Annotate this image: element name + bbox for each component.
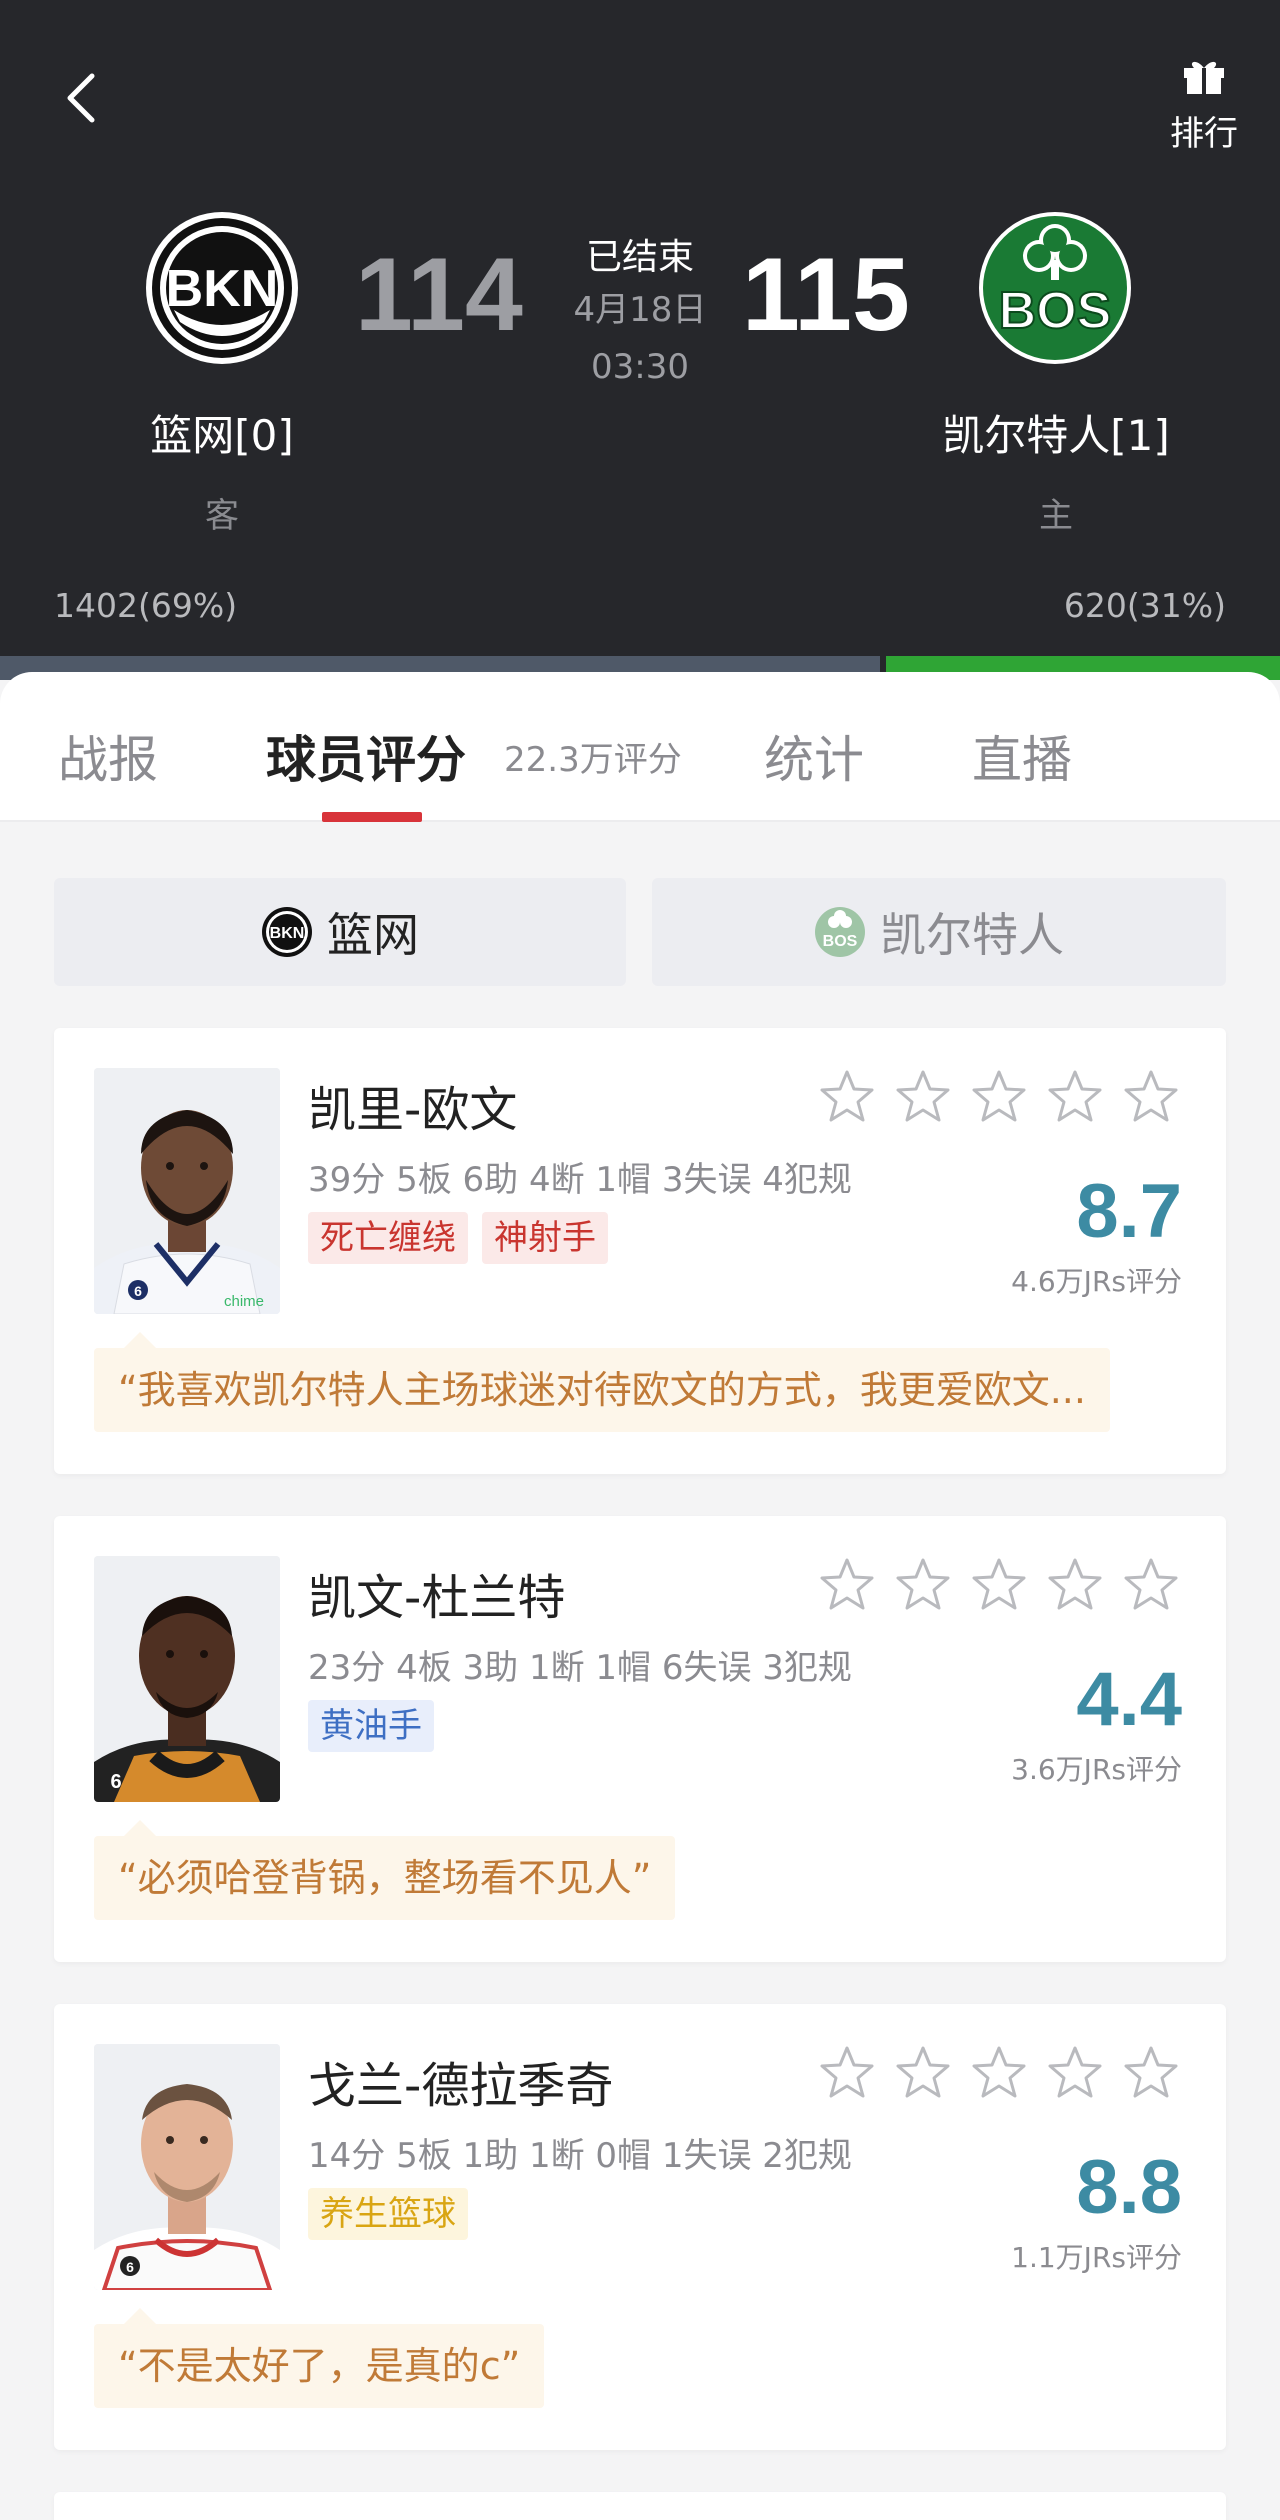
top-comment[interactable]: “不是太好了，是真的c”	[94, 2308, 545, 2408]
star-icon[interactable]	[970, 2044, 1028, 2102]
rating-stars	[818, 1068, 1180, 1126]
player-rating: 4.4	[1076, 1657, 1182, 1742]
player-rating-count: 4.6万JRs评分	[1011, 1265, 1182, 1298]
away-score: 114	[355, 237, 523, 353]
away-support-count: 1402(69%)	[54, 586, 238, 625]
star-icon[interactable]	[1046, 1068, 1104, 1126]
tab-bar: 战报 球员评分 22.3万评分 统计 直播	[0, 672, 1280, 822]
away-team-abbr: BKN	[166, 260, 279, 318]
star-icon[interactable]	[1122, 2044, 1180, 2102]
top-comment[interactable]: “必须哈登背锅，整场看不见人”	[94, 1820, 676, 1920]
player-stats: 39分 5板 6助 4断 1帽 3失误 4犯规	[308, 1160, 852, 1200]
home-team-name[interactable]: 凯尔特人[1]	[906, 402, 1206, 463]
star-icon[interactable]	[894, 1068, 952, 1126]
home-team-logo[interactable]: BOS	[977, 210, 1133, 366]
tab-live[interactable]: 直播	[972, 720, 1072, 792]
player-stats: 23分 4板 3助 1断 1帽 6失误 3犯规	[308, 1648, 852, 1688]
player-card[interactable]: 6 chime 凯里-欧文 39分 5板 6助 4断 1帽 3失误 4犯规 死亡…	[54, 1028, 1226, 1474]
star-icon[interactable]	[818, 1556, 876, 1614]
away-team-logo[interactable]: BKN	[144, 210, 300, 366]
back-button[interactable]	[58, 70, 114, 126]
home-team-abbr: BOS	[999, 282, 1112, 340]
nets-small-logo-icon: BKN	[262, 907, 312, 957]
player-tag[interactable]: 死亡缠绕	[308, 1212, 468, 1264]
away-role-label: 客	[205, 496, 239, 536]
player-tags: 养生篮球	[308, 2188, 468, 2240]
top-comment[interactable]: “我喜欢凯尔特人主场球迷对待欧文的方式，我更爱欧文...	[94, 1332, 1110, 1432]
star-icon[interactable]	[1046, 2044, 1104, 2102]
ranking-label: 排行	[1170, 114, 1238, 154]
game-date: 4月18日	[573, 290, 707, 330]
game-status: 已结束	[585, 237, 694, 278]
player-tag[interactable]: 神射手	[482, 1212, 608, 1264]
star-icon[interactable]	[894, 2044, 952, 2102]
player-photo-icon: 6	[94, 1556, 280, 1802]
star-icon[interactable]	[818, 1068, 876, 1126]
player-tags: 死亡缠绕 神射手	[308, 1212, 608, 1264]
chevron-left-icon	[67, 73, 95, 123]
player-rating-count: 3.6万JRs评分	[1011, 1753, 1182, 1786]
tab-stats[interactable]: 统计	[764, 720, 864, 792]
tab-report[interactable]: 战报	[58, 720, 158, 792]
jersey-number: 6	[110, 1771, 121, 1793]
jersey-number: 6	[134, 1283, 142, 1299]
game-status-block: 已结束 4月18日 03:30	[540, 228, 740, 392]
star-icon[interactable]	[970, 1556, 1028, 1614]
player-avatar: 6	[94, 1556, 280, 1802]
player-name[interactable]: 凯文-杜兰特	[308, 1558, 565, 1628]
tab-player-rating[interactable]: 球员评分	[266, 720, 466, 792]
player-name[interactable]: 戈兰-德拉季奇	[308, 2046, 613, 2116]
team-toggle-nets-label: 篮网	[327, 908, 419, 962]
rating-total-count: 22.3万评分	[504, 740, 682, 780]
game-time: 03:30	[591, 347, 689, 387]
star-icon[interactable]	[1122, 1068, 1180, 1126]
jersey-sponsor: chime	[224, 1293, 264, 1310]
team-toggle-nets[interactable]: BKN 篮网	[54, 878, 626, 986]
jersey-number: 6	[126, 2259, 134, 2275]
player-card[interactable]: 6 凯文-杜兰特 23分 4板 3助 1断 1帽 6失误 3犯规 黄油手 4.4…	[54, 1516, 1226, 1962]
team-toggle-celtics-label: 凯尔特人	[880, 908, 1064, 962]
player-tags: 黄油手	[308, 1700, 434, 1752]
player-photo-icon: 6	[94, 2044, 280, 2290]
nets-logo-icon: BKN	[146, 212, 298, 364]
home-score: 115	[742, 237, 910, 353]
rating-stars	[818, 2044, 1180, 2102]
nets-small-abbr: BKN	[270, 925, 305, 942]
celtics-small-abbr: BOS	[823, 933, 858, 950]
player-tag[interactable]: 养生篮球	[308, 2188, 468, 2240]
celtics-logo-icon: BOS	[979, 212, 1131, 364]
player-photo-icon: 6 chime	[94, 1068, 280, 1314]
player-rating: 8.8	[1076, 2145, 1182, 2230]
player-card[interactable]	[54, 2492, 1226, 2520]
star-icon[interactable]	[1046, 1556, 1104, 1614]
star-icon[interactable]	[818, 2044, 876, 2102]
player-stats: 14分 5板 1助 1断 0帽 1失误 2犯规	[308, 2136, 852, 2176]
star-icon[interactable]	[1122, 1556, 1180, 1614]
home-support-count: 620(31%)	[1063, 586, 1226, 625]
star-icon[interactable]	[970, 1068, 1028, 1126]
star-icon[interactable]	[894, 1556, 952, 1614]
rating-stars	[818, 1556, 1180, 1614]
game-header: 排行 BKN 114 已结束 4月18日 03:30 115 BOS 篮网[0]…	[0, 0, 1280, 680]
player-rating-count: 1.1万JRs评分	[1011, 2241, 1182, 2274]
player-avatar: 6 chime	[94, 1068, 280, 1314]
ranking-button[interactable]: 排行	[1158, 56, 1250, 166]
player-card[interactable]: 6 戈兰-德拉季奇 14分 5板 1助 1断 0帽 1失误 2犯规 养生篮球 8…	[54, 2004, 1226, 2450]
gift-icon	[1184, 61, 1224, 94]
player-tag[interactable]: 黄油手	[308, 1700, 434, 1752]
player-name[interactable]: 凯里-欧文	[308, 1070, 517, 1140]
player-rating: 8.7	[1076, 1169, 1182, 1254]
team-toggle-celtics[interactable]: BOS 凯尔特人	[652, 878, 1226, 986]
player-avatar: 6	[94, 2044, 280, 2290]
celtics-small-logo-icon: BOS	[815, 907, 865, 957]
active-tab-indicator	[322, 812, 422, 822]
home-role-label: 主	[1039, 496, 1073, 536]
away-team-name[interactable]: 篮网[0]	[72, 402, 372, 463]
